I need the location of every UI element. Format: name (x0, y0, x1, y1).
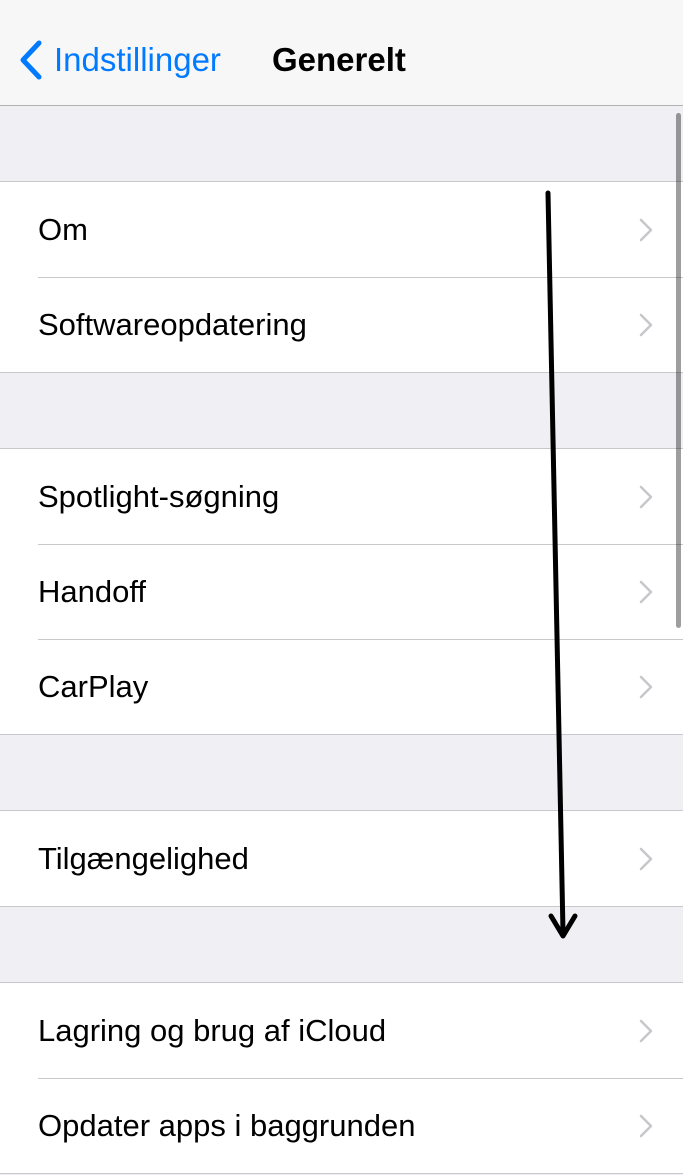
settings-list: Om Softwareopdatering Spotlight-søgning … (0, 106, 683, 1174)
section-spacer (0, 373, 683, 448)
chevron-right-icon (639, 1019, 653, 1043)
chevron-right-icon (639, 485, 653, 509)
cell-tilgaengelighed[interactable]: Tilgængelighed (0, 811, 683, 906)
cell-opdater-apps-baggrunden[interactable]: Opdater apps i baggrunden (0, 1078, 683, 1173)
section-spacer (0, 735, 683, 810)
cell-handoff[interactable]: Handoff (0, 544, 683, 639)
scrollbar[interactable] (676, 113, 681, 628)
cell-spotlight-soegning[interactable]: Spotlight-søgning (0, 449, 683, 544)
page-title: Generelt (272, 41, 406, 78)
chevron-right-icon (639, 313, 653, 337)
settings-group-2: Spotlight-søgning Handoff CarPlay (0, 448, 683, 735)
cell-label: CarPlay (38, 669, 149, 704)
cell-label: Spotlight-søgning (38, 479, 280, 514)
back-button-label: Indstillinger (54, 41, 221, 78)
section-spacer (0, 106, 683, 181)
chevron-right-icon (639, 580, 653, 604)
settings-group-4: Lagring og brug af iCloud Opdater apps i… (0, 982, 683, 1174)
settings-group-1: Om Softwareopdatering (0, 181, 683, 373)
cell-softwareopdatering[interactable]: Softwareopdatering (0, 277, 683, 372)
cell-label: Lagring og brug af iCloud (38, 1013, 387, 1048)
back-button[interactable]: Indstillinger (18, 36, 221, 84)
cell-label: Softwareopdatering (38, 307, 307, 342)
chevron-right-icon (639, 847, 653, 871)
navigation-bar: Indstillinger Generelt (0, 0, 683, 106)
cell-om[interactable]: Om (0, 182, 683, 277)
chevron-right-icon (639, 218, 653, 242)
section-spacer (0, 907, 683, 982)
chevron-right-icon (639, 675, 653, 699)
cell-carplay[interactable]: CarPlay (0, 639, 683, 734)
settings-group-3: Tilgængelighed (0, 810, 683, 907)
cell-label: Om (38, 212, 88, 247)
cell-lagring-icloud[interactable]: Lagring og brug af iCloud (0, 983, 683, 1078)
cell-label: Opdater apps i baggrunden (38, 1108, 416, 1143)
cell-label: Handoff (38, 574, 147, 609)
cell-label: Tilgængelighed (38, 841, 249, 876)
chevron-left-icon (20, 40, 42, 80)
chevron-right-icon (639, 1114, 653, 1138)
